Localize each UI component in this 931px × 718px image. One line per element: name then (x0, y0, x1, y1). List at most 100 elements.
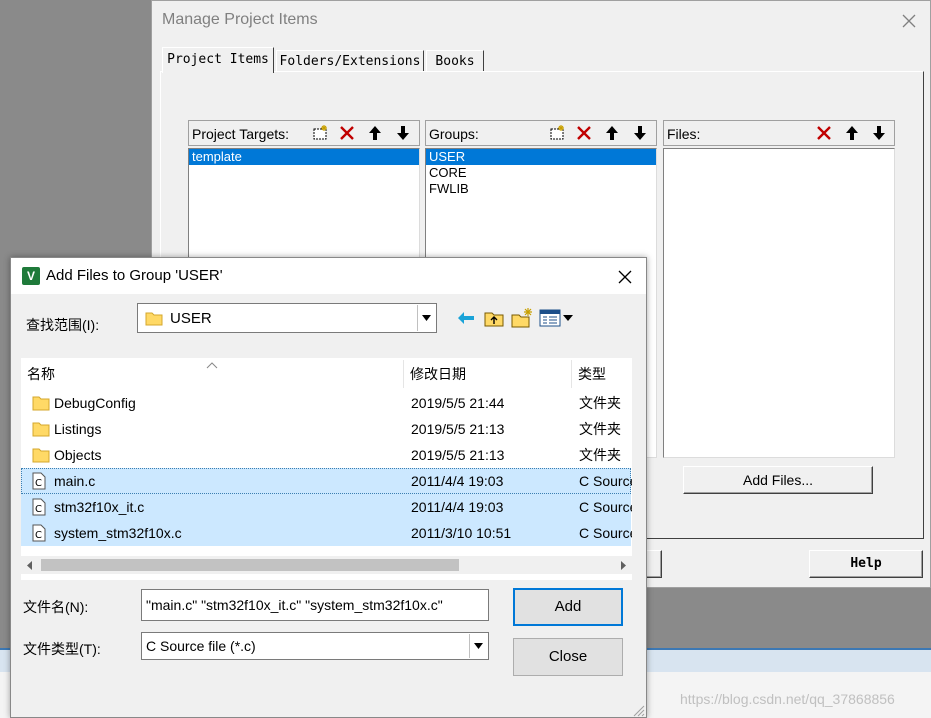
add-button[interactable]: Add (513, 588, 623, 626)
app-logo: V (22, 267, 40, 285)
add-files-button[interactable]: Add Files... (683, 466, 873, 494)
view-details-icon (539, 309, 561, 327)
column-header-date[interactable]: 修改日期 (404, 360, 572, 388)
delete-group-button[interactable] (572, 122, 596, 144)
delete-icon (817, 126, 831, 140)
c-file-icon: C (32, 498, 46, 516)
file-date: 2011/4/4 19:03 (411, 473, 504, 489)
delete-icon (577, 126, 591, 140)
file-date: 2011/4/4 19:03 (411, 499, 504, 515)
scroll-right-button[interactable] (614, 556, 632, 574)
close-icon (902, 14, 916, 28)
new-item-icon (550, 125, 564, 140)
tab-books[interactable]: Books (426, 50, 484, 72)
file-name: Objects (54, 447, 102, 463)
delete-target-button[interactable] (335, 122, 359, 144)
c-file-icon: C (32, 524, 46, 542)
up-folder-icon (484, 312, 504, 327)
folder-icon (32, 396, 50, 411)
chevron-right-icon (621, 560, 626, 570)
svg-text:C: C (35, 478, 42, 489)
file-type: 文件夹 (579, 447, 621, 463)
tab-project-items[interactable]: Project Items (162, 47, 274, 73)
column-header-type[interactable]: 类型 (572, 360, 632, 388)
file-name: DebugConfig (54, 395, 136, 411)
file-type: 文件夹 (579, 395, 621, 411)
move-group-down-button[interactable] (628, 122, 652, 144)
svg-text:C: C (35, 504, 42, 515)
folder-icon (32, 422, 50, 437)
file-row-listings[interactable]: Listings 2019/5/5 21:13 文件夹 (21, 416, 631, 442)
targets-label: Project Targets: (192, 126, 290, 142)
files-list[interactable] (663, 148, 895, 458)
horizontal-scrollbar[interactable] (21, 556, 632, 574)
delete-icon (340, 126, 354, 140)
close-icon (618, 270, 632, 284)
scroll-left-button[interactable] (21, 556, 39, 574)
file-type: C Source (579, 499, 632, 515)
filetype-combo[interactable]: C Source file (*.c) (141, 632, 489, 660)
file-name: Listings (54, 421, 102, 437)
new-group-button[interactable] (546, 122, 570, 144)
group-item-user[interactable]: USER (426, 149, 656, 165)
look-in-dropdown-button[interactable] (417, 305, 435, 331)
help-button[interactable]: Help (809, 550, 923, 578)
c-file-icon: C (32, 472, 46, 490)
delete-file-button[interactable] (812, 122, 836, 144)
arrow-down-icon (397, 126, 409, 140)
file-row-main-c[interactable]: C main.c 2011/4/4 19:03 C Source (21, 468, 632, 494)
close-button[interactable]: Close (513, 638, 623, 676)
chevron-down-icon (474, 643, 483, 649)
arrow-up-icon (606, 126, 618, 140)
target-item-template[interactable]: template (189, 149, 419, 165)
file-row-system-stm32f10x-c[interactable]: C system_stm32f10x.c 2011/3/10 10:51 C S… (21, 520, 632, 546)
resize-grip-icon (633, 705, 645, 717)
groups-header: Groups: (425, 120, 657, 146)
view-menu-button[interactable] (539, 306, 577, 330)
new-folder-button[interactable] (510, 306, 534, 330)
manage-window-title: Manage Project Items (162, 11, 318, 28)
file-row-stm32f10x-it-c[interactable]: C stm32f10x_it.c 2011/4/4 19:03 C Source (21, 494, 632, 520)
column-header-name[interactable]: 名称 (21, 360, 404, 388)
group-item-fwlib[interactable]: FWLIB (426, 181, 656, 197)
dialog-close-button[interactable] (613, 266, 637, 288)
file-row-objects[interactable]: Objects 2019/5/5 21:13 文件夹 (21, 442, 631, 468)
up-folder-button[interactable] (482, 306, 506, 330)
new-item-icon (313, 125, 327, 140)
move-target-down-button[interactable] (391, 122, 415, 144)
file-list[interactable]: 名称 修改日期 类型 DebugConfig 2019/5/5 21:44 文件… (21, 358, 632, 580)
svg-text:C: C (35, 530, 42, 541)
folder-icon (145, 312, 163, 326)
file-type: C Source (579, 473, 632, 489)
scroll-thumb[interactable] (41, 559, 459, 571)
arrow-up-icon (846, 126, 858, 140)
look-in-combo[interactable]: USER (137, 303, 437, 333)
dialog-titlebar: V Add Files to Group 'USER' (11, 258, 646, 294)
file-date: 2019/5/5 21:13 (411, 447, 505, 463)
filetype-dropdown-button[interactable] (469, 634, 487, 658)
file-name: system_stm32f10x.c (54, 525, 182, 541)
file-date: 2019/5/5 21:44 (411, 395, 505, 411)
manage-close-button[interactable] (897, 9, 921, 33)
file-type: C Source (579, 525, 632, 541)
file-name: main.c (54, 473, 96, 489)
group-item-core[interactable]: CORE (426, 165, 656, 181)
move-file-up-button[interactable] (840, 122, 864, 144)
file-date: 2019/5/5 21:13 (411, 421, 505, 437)
move-group-up-button[interactable] (600, 122, 624, 144)
tab-folders-extensions[interactable]: Folders/Extensions (276, 50, 424, 72)
filename-input[interactable]: "main.c" "stm32f10x_it.c" "system_stm32f… (141, 589, 489, 621)
resize-grip[interactable] (629, 701, 645, 717)
file-row-debugconfig[interactable]: DebugConfig 2019/5/5 21:44 文件夹 (21, 390, 631, 416)
files-header: Files: (663, 120, 895, 146)
chevron-down-icon (422, 315, 431, 321)
move-file-down-button[interactable] (867, 122, 891, 144)
arrow-up-icon (369, 126, 381, 140)
files-label: Files: (667, 126, 701, 142)
look-in-label: 查找范围(I): (26, 317, 100, 333)
watermark: https://blog.csdn.net/qq_37868856 (680, 691, 895, 707)
new-target-button[interactable] (309, 122, 333, 144)
back-button[interactable] (455, 307, 477, 329)
file-date: 2011/3/10 10:51 (411, 525, 512, 541)
move-target-up-button[interactable] (363, 122, 387, 144)
